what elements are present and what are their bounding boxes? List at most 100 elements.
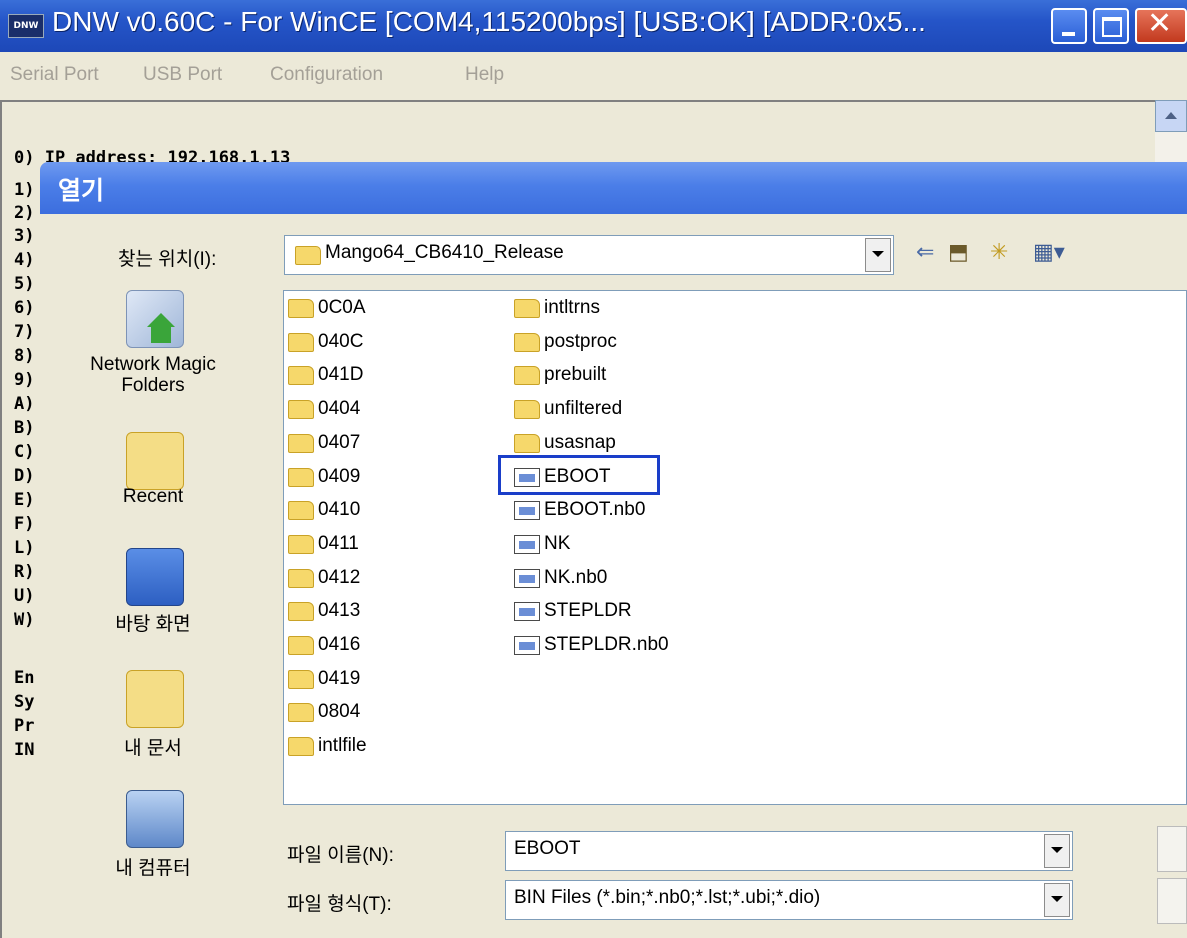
- dialog-title: 열기: [58, 176, 105, 205]
- file-name: 0404: [318, 398, 361, 420]
- app-icon: DNW: [8, 14, 44, 38]
- folder-icon: [288, 332, 314, 352]
- console-line: R): [14, 562, 35, 582]
- binary-file-icon: [514, 602, 540, 622]
- console-line: U): [14, 586, 35, 606]
- console-line: 2): [14, 203, 35, 223]
- console-line: IN: [14, 740, 35, 760]
- console-line: 5): [14, 274, 35, 294]
- close-icon: ✕: [1147, 6, 1173, 41]
- folder-icon: [288, 737, 314, 757]
- menu-usb-port[interactable]: USB Port: [143, 64, 222, 86]
- file-name: 0804: [318, 701, 361, 723]
- file-list[interactable]: [283, 290, 1187, 805]
- view-menu-icon[interactable]: ▦▾: [1033, 240, 1065, 265]
- chevron-down-icon[interactable]: [865, 238, 891, 272]
- file-name: usasnap: [544, 431, 616, 453]
- console-line: 6): [14, 298, 35, 318]
- file-name: 0419: [318, 667, 361, 689]
- desktop-icon: [126, 548, 184, 606]
- minimize-button[interactable]: [1051, 8, 1087, 44]
- folder-icon: [288, 636, 314, 655]
- file-name: EBOOT.nb0: [544, 499, 646, 521]
- filetype-dropdown[interactable]: BIN Files (*.bin;*.nb0;*.lst;*.ubi;*.dio…: [505, 880, 1073, 920]
- filename-input[interactable]: EBOOT: [505, 831, 1073, 871]
- selected-file-highlight: [498, 455, 660, 495]
- file-name: 040C: [318, 330, 364, 352]
- filetype-value: BIN Files (*.bin;*.nb0;*.lst;*.ubi;*.dio…: [514, 887, 821, 908]
- place-label: Network Magic Folders: [90, 354, 216, 396]
- file-name: intlfile: [318, 735, 367, 757]
- console-line: C): [14, 442, 35, 462]
- file-name: intltrns: [544, 297, 600, 318]
- binary-file-icon: [514, 534, 540, 554]
- console-line: F): [14, 514, 35, 534]
- filetype-label: 파일 형식(T):: [287, 894, 392, 915]
- look-in-dropdown[interactable]: Mango64_CB6410_Release: [284, 235, 894, 275]
- folder-icon: [288, 703, 314, 723]
- menu-configuration[interactable]: Configuration: [270, 64, 383, 86]
- console-line: B): [14, 418, 35, 438]
- place-label: Recent: [122, 486, 184, 507]
- place-label: 내 컴퓨터: [115, 858, 191, 879]
- chevron-down-icon[interactable]: [1044, 883, 1070, 917]
- binary-file-icon: [514, 636, 540, 655]
- close-button[interactable]: ✕: [1135, 6, 1187, 44]
- folder-icon: [288, 366, 314, 386]
- folder-icon: [288, 568, 314, 588]
- folder-icon: [514, 400, 540, 420]
- menu-bar: Serial Port USB Port Configuration Help: [0, 52, 1187, 100]
- window-titlebar[interactable]: DNW DNW v0.60C - For WinCE [COM4,115200b…: [0, 0, 1187, 52]
- file-name: 0412: [318, 566, 361, 588]
- recent-folder-icon: [126, 432, 184, 490]
- console-line: L): [14, 538, 35, 558]
- console-line: E): [14, 490, 35, 510]
- console-line: 3): [14, 226, 35, 246]
- file-name: STEPLDR.nb0: [544, 634, 669, 655]
- binary-file-icon: [514, 501, 540, 521]
- network-folder-icon: [126, 290, 184, 348]
- console-line: 8): [14, 346, 35, 366]
- cancel-button[interactable]: [1157, 878, 1187, 924]
- back-icon[interactable]: ⇐: [916, 240, 934, 265]
- open-button[interactable]: [1157, 826, 1187, 872]
- console-line: 1): [14, 180, 35, 200]
- look-in-label: 찾는 위치(I):: [118, 249, 217, 270]
- file-name: prebuilt: [544, 364, 607, 386]
- place-label: 바탕 화면: [115, 614, 191, 635]
- file-name: 0413: [318, 600, 361, 622]
- look-in-value: Mango64_CB6410_Release: [325, 242, 564, 263]
- folder-icon: [514, 332, 540, 352]
- new-folder-icon[interactable]: ✳: [990, 240, 1008, 265]
- console-line: 7): [14, 322, 35, 342]
- file-name: 0409: [318, 465, 361, 487]
- filename-value: EBOOT: [514, 838, 581, 859]
- folder-icon: [514, 366, 540, 386]
- file-name: 0416: [318, 634, 361, 655]
- folder-icon: [514, 433, 540, 453]
- chevron-down-icon[interactable]: [1044, 834, 1070, 868]
- file-name: unfiltered: [544, 398, 623, 420]
- maximize-button[interactable]: [1093, 8, 1129, 44]
- console-line: W): [14, 610, 35, 630]
- folder-icon: [288, 534, 314, 554]
- file-name: STEPLDR: [544, 600, 632, 622]
- console-line: Sy: [14, 692, 35, 712]
- dialog-titlebar[interactable]: 열기: [40, 162, 1187, 214]
- folder-icon: [288, 433, 314, 453]
- filename-label: 파일 이름(N):: [287, 845, 394, 866]
- folder-icon: [295, 246, 321, 265]
- file-name: 0C0A: [318, 297, 366, 318]
- folder-icon: [288, 602, 314, 622]
- console-line: D): [14, 466, 35, 486]
- file-name: 0411: [318, 532, 359, 554]
- menu-serial-port[interactable]: Serial Port: [10, 64, 99, 86]
- up-folder-icon[interactable]: ⬒: [948, 240, 969, 265]
- menu-help[interactable]: Help: [465, 64, 504, 86]
- folder-icon: [514, 299, 540, 318]
- documents-folder-icon: [126, 670, 184, 728]
- folder-icon: [288, 299, 314, 318]
- scroll-up-button[interactable]: [1155, 100, 1187, 132]
- file-name: NK.nb0: [544, 566, 608, 588]
- folder-icon: [288, 467, 314, 487]
